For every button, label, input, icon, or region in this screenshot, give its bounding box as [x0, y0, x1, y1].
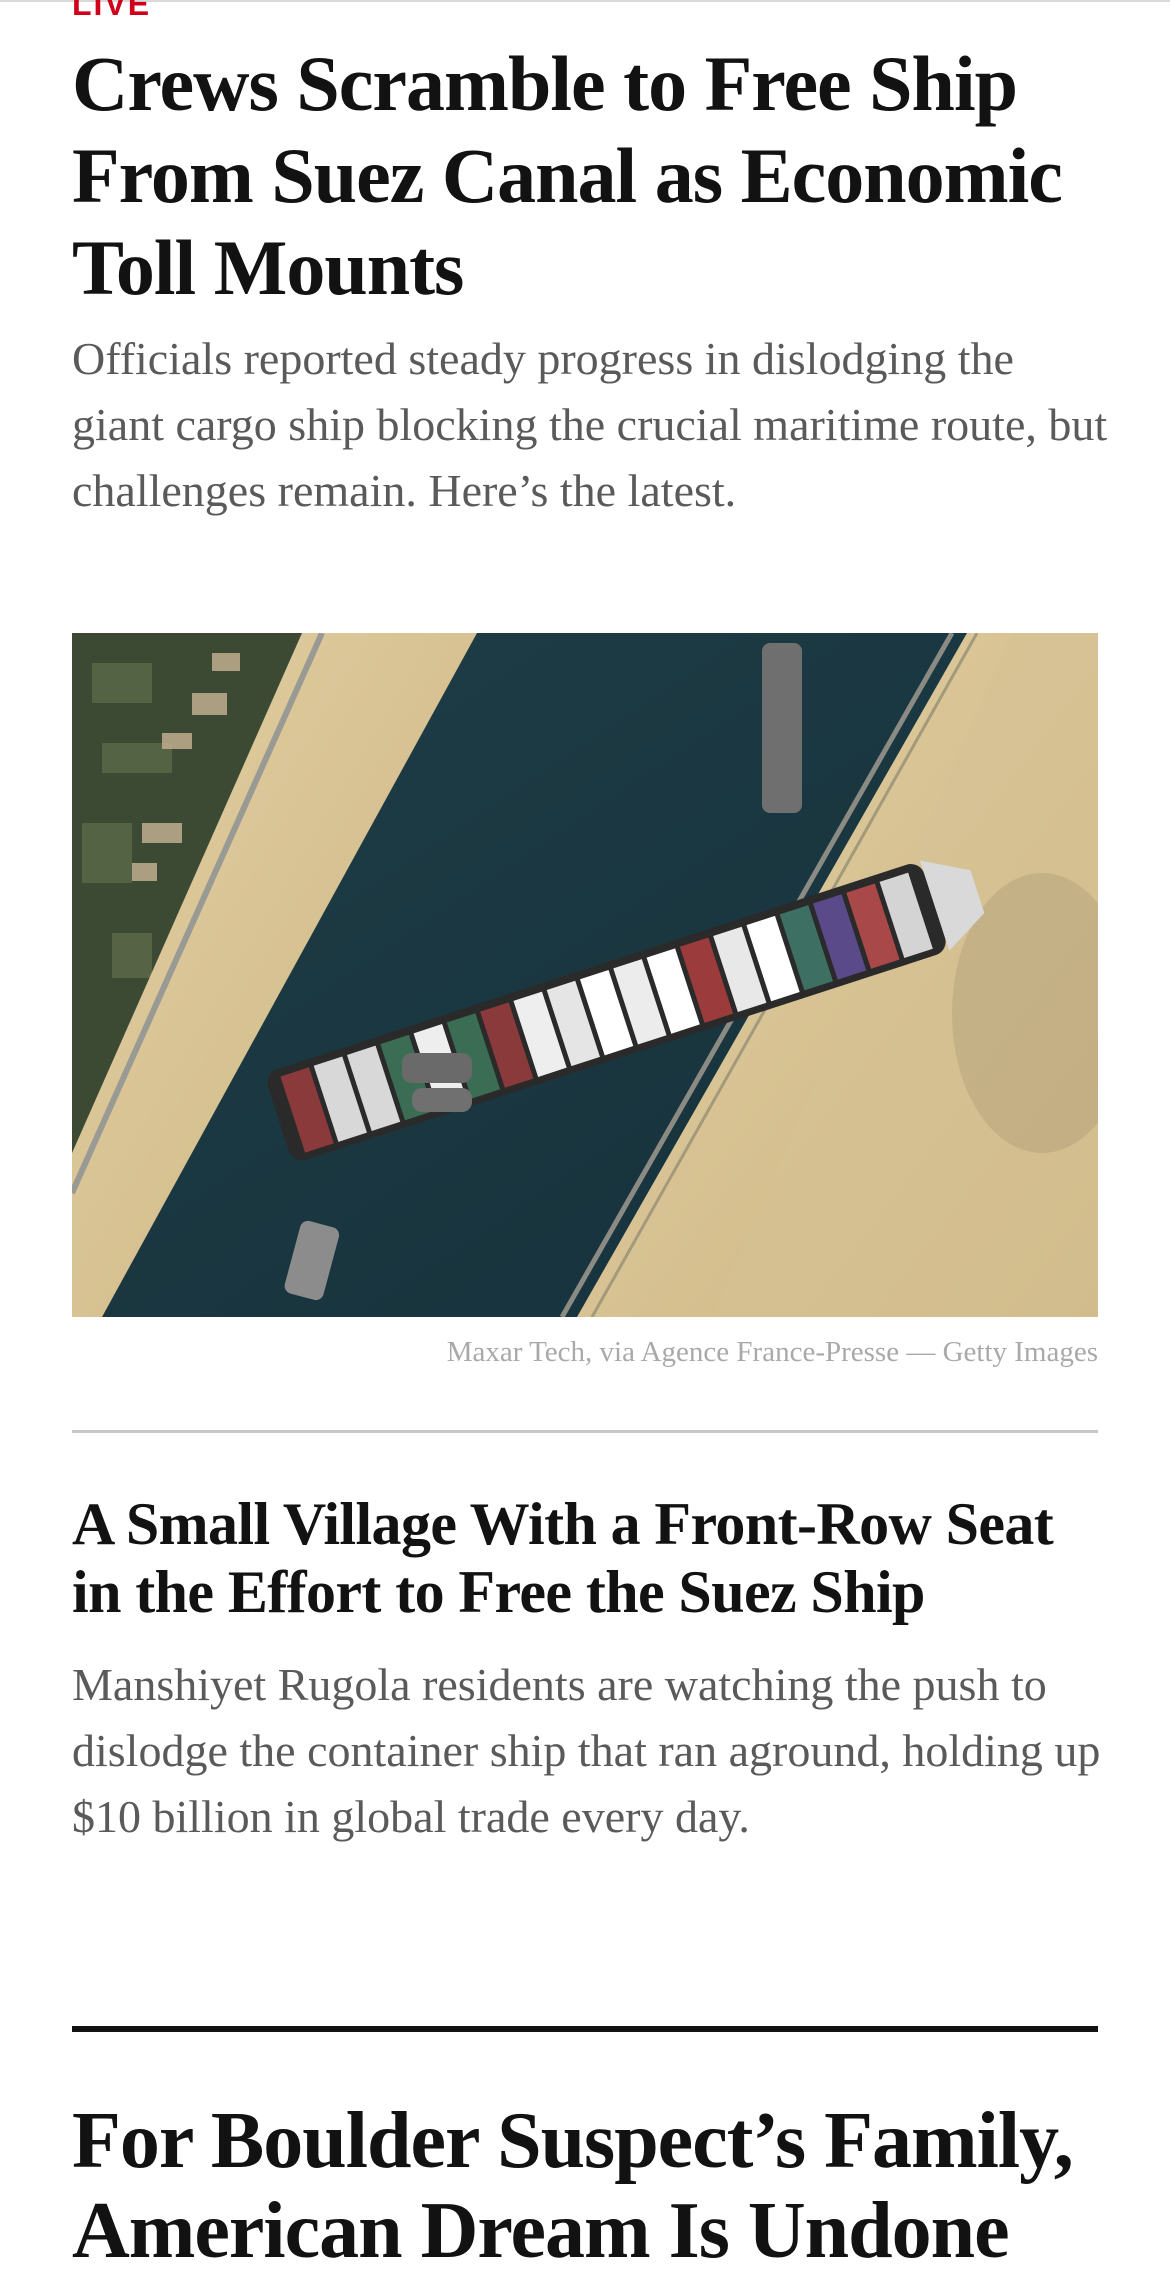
suez-ship-satellite-image[interactable] [72, 633, 1098, 1317]
story-1-summary[interactable]: Officials reported steady progress in di… [72, 326, 1112, 524]
story-2-summary[interactable]: Manshiyet Rugola residents are watching … [72, 1652, 1112, 1850]
story-3-headline[interactable]: For Boulder Suspect’s Family, American D… [72, 2096, 1112, 2276]
live-label: LIVE [72, 0, 152, 22]
image-credit: Maxar Tech, via Agence France-Presse — G… [446, 1336, 1098, 1368]
story-2-headline[interactable]: A Small Village With a Front-Row Seat in… [72, 1490, 1112, 1626]
story-1-headline[interactable]: Crews Scramble to Free Ship From Suez Ca… [72, 38, 1112, 314]
section-divider [72, 2026, 1098, 2032]
top-divider [0, 0, 1170, 2]
story-divider [72, 1430, 1098, 1433]
